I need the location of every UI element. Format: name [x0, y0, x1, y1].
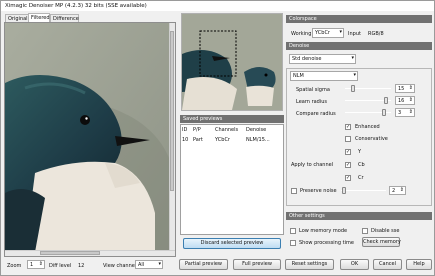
input-value: RGB/8: [368, 31, 384, 37]
cancel-button[interactable]: Cancel: [373, 259, 402, 270]
low-memory-label: Low memory mode: [299, 228, 348, 234]
diff-level-label: Diff level: [49, 263, 72, 269]
bird-photo: [5, 23, 171, 253]
view-channel-select[interactable]: All: [135, 260, 163, 269]
saved-previews-header: Saved previews: [180, 115, 284, 123]
channel-cb-checkbox[interactable]: ✓: [345, 162, 351, 168]
show-time-checkbox[interactable]: [290, 240, 296, 246]
cell-channels: YCbCr: [215, 137, 230, 143]
full-preview-button[interactable]: Full preview: [233, 259, 281, 270]
vertical-scroll-thumb[interactable]: [170, 31, 174, 191]
preserve-noise-slider[interactable]: [341, 187, 386, 194]
cell-pp: Part: [193, 137, 203, 143]
check-memory-button[interactable]: Check memory: [362, 237, 401, 247]
channel-cr-checkbox[interactable]: ✓: [345, 175, 351, 181]
navigator-thumbnail: [182, 14, 282, 110]
saved-previews-table: ID P/P Channels Denoise 10 Part YCbCr NL…: [182, 127, 270, 143]
enhanced-label: Enhanced: [355, 124, 380, 130]
spatial-sigma-slider[interactable]: [345, 85, 391, 92]
compare-radius-spinner[interactable]: 3: [395, 108, 415, 117]
learn-radius-slider[interactable]: [345, 97, 391, 104]
colorspace-header: Colorspace: [286, 15, 432, 23]
table-header-row: ID P/P Channels Denoise: [182, 127, 270, 133]
low-memory-checkbox[interactable]: [290, 228, 296, 234]
conservative-label: Conservative: [355, 136, 388, 142]
working-colorspace-select[interactable]: YCbCr: [312, 28, 344, 38]
compare-radius-label: Compare radius: [296, 111, 336, 117]
channel-y-checkbox[interactable]: ✓: [345, 149, 351, 155]
vertical-scrollbar[interactable]: [169, 23, 175, 256]
denoise-mode-select[interactable]: Std denoise: [289, 54, 356, 64]
column-header-denoise: Denoise: [246, 127, 267, 133]
preserve-noise-checkbox[interactable]: [291, 188, 297, 194]
horizontal-scrollbar[interactable]: [5, 250, 175, 256]
preserve-noise-spinner[interactable]: 2: [389, 186, 406, 195]
show-time-label: Show processing time: [299, 240, 354, 246]
cell-denoise: NLM/15...: [246, 137, 270, 143]
learn-radius-label: Learn radius: [296, 99, 328, 105]
other-settings-header: Other settings: [286, 212, 432, 220]
channel-cb-label: Cb: [358, 162, 365, 168]
slider-knob[interactable]: [351, 85, 356, 92]
disable-sse-label: Disable sse: [371, 228, 400, 234]
compare-radius-slider[interactable]: [345, 109, 391, 116]
disable-sse-checkbox[interactable]: [362, 228, 368, 234]
diff-level-value: 12: [78, 263, 85, 269]
slider-knob[interactable]: [383, 97, 388, 104]
ok-button[interactable]: OK: [340, 259, 369, 270]
help-button[interactable]: Help: [406, 259, 432, 270]
table-row[interactable]: 10 Part YCbCr NLM/15...: [182, 133, 270, 143]
learn-radius-spinner[interactable]: 16: [395, 96, 415, 105]
main-window: Ximagic Denoiser MP (4.2.3) 32 bits (SSE…: [0, 0, 435, 276]
working-label: Working: [291, 31, 312, 37]
spatial-sigma-label: Spatial sigma: [296, 87, 330, 93]
saved-previews-list[interactable]: ID P/P Channels Denoise 10 Part YCbCr NL…: [180, 124, 284, 235]
zoom-label: Zoom: [7, 263, 22, 269]
spatial-sigma-spinner[interactable]: 15: [395, 84, 415, 93]
preview-navigator[interactable]: [181, 13, 283, 111]
window-title: Ximagic Denoiser MP (4.2.3) 32 bits (SSE…: [1, 1, 434, 11]
reset-settings-button[interactable]: Reset settings: [285, 259, 334, 270]
algorithm-select[interactable]: NLM: [290, 71, 358, 81]
image-view[interactable]: [4, 22, 176, 257]
enhanced-checkbox[interactable]: ✓: [345, 124, 351, 130]
input-label: Input: [348, 31, 361, 37]
slider-knob[interactable]: [381, 109, 386, 116]
conservative-checkbox[interactable]: [345, 136, 351, 142]
slider-knob[interactable]: [341, 187, 346, 194]
cell-id: 10: [182, 137, 189, 143]
zoom-spinner[interactable]: 1: [27, 260, 45, 269]
partial-preview-button[interactable]: Partial preview: [179, 259, 228, 270]
preserve-noise-label: Preserve noise: [300, 188, 337, 194]
discard-preview-button[interactable]: Discard selected preview: [183, 238, 281, 249]
view-channel-label: View channel: [103, 263, 137, 269]
apply-channel-label: Apply to channel: [291, 162, 334, 168]
channel-cr-label: Cr: [358, 175, 364, 181]
denoise-header: Denoise: [286, 42, 432, 50]
horizontal-scroll-thumb[interactable]: [40, 251, 100, 255]
channel-y-label: Y: [358, 149, 362, 155]
